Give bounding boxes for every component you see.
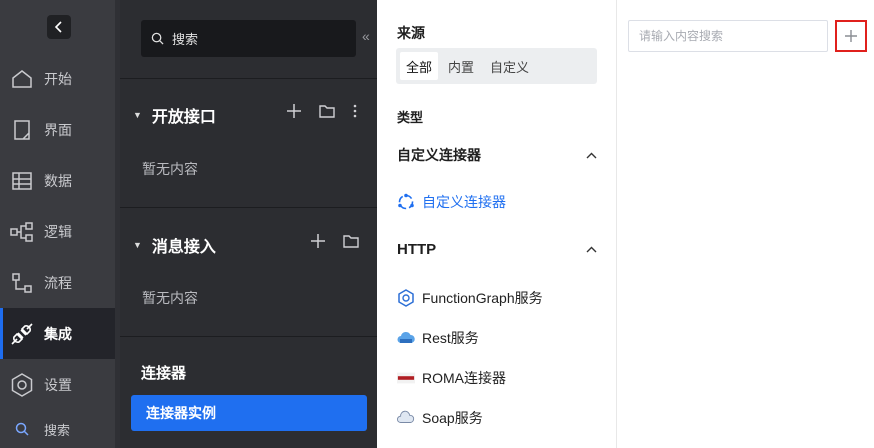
empty-text: 暂无内容 — [142, 290, 198, 306]
nav-item-logic[interactable]: 逻辑 — [0, 206, 115, 257]
section-message-toggle[interactable]: ▼ 消息接入 — [133, 233, 216, 257]
section-actions — [287, 104, 357, 118]
connector-item-custom[interactable]: 自定义连接器 — [397, 192, 506, 212]
source-label: 来源 — [397, 25, 425, 41]
divider — [120, 207, 377, 208]
collapse-button[interactable] — [47, 15, 71, 39]
nav-item-label: 界面 — [44, 121, 72, 138]
flow-icon — [12, 272, 32, 293]
soap-icon — [397, 410, 415, 423]
functiongraph-icon — [398, 289, 414, 307]
source-tab-custom[interactable]: 自定义 — [484, 52, 535, 80]
connector-item-rest[interactable]: Rest服务 — [397, 328, 479, 348]
settings-icon — [11, 372, 33, 397]
connector-item-label: 自定义连接器 — [422, 194, 506, 210]
search-placeholder: 搜索 — [172, 32, 199, 47]
integration-panel: 搜索 « ▼ 开放接口 暂无内容 ▼ 消息接入 暂无内容 连接器 连接器实例 — [120, 0, 377, 448]
nav-item-label: 搜索 — [44, 422, 71, 438]
empty-text: 暂无内容 — [142, 161, 198, 177]
section-title: 消息接入 — [151, 239, 216, 256]
connector-item-label: Soap服务 — [422, 410, 483, 426]
section-actions — [311, 234, 359, 248]
nav-item-label: 流程 — [44, 274, 72, 291]
nav-sidebar: 开始 界面 数据 逻辑 流程 集成 设置 搜索 — [0, 0, 120, 448]
search-icon — [151, 32, 164, 45]
content-search-input[interactable] — [628, 20, 828, 52]
collapse-panel-icon[interactable]: « — [362, 28, 370, 44]
nav-item-start[interactable]: 开始 — [0, 53, 115, 104]
page-icon — [14, 119, 30, 140]
caret-down-icon: ▼ — [133, 110, 142, 120]
connector-catalog: 来源 全部 内置 自定义 类型 自定义连接器 自定义连接器 HTTP Funct… — [377, 0, 617, 448]
chevron-up-icon — [586, 246, 597, 253]
nav-item-flow[interactable]: 流程 — [0, 257, 115, 308]
roma-logo-icon — [397, 372, 415, 384]
connector-instance-label: 连接器实例 — [146, 405, 216, 421]
connector-item-label: Rest服务 — [422, 330, 479, 346]
connector-item-label: FunctionGraph服务 — [422, 290, 543, 306]
caret-down-icon: ▼ — [133, 240, 142, 250]
nav-item-label: 开始 — [44, 70, 72, 87]
logic-icon — [10, 221, 33, 242]
group-http-toggle[interactable]: HTTP — [397, 241, 597, 258]
connector-instance-item[interactable]: 连接器实例 — [131, 395, 367, 431]
connector-item-roma[interactable]: ROMA连接器 — [397, 368, 506, 388]
rest-cloud-icon — [397, 331, 415, 343]
source-tab-builtin[interactable]: 内置 — [442, 52, 480, 80]
plus-icon — [845, 30, 857, 42]
connector-title: 连接器 — [141, 365, 187, 382]
folder-icon[interactable] — [343, 234, 359, 248]
custom-connector-icon — [398, 193, 414, 210]
section-open-api-toggle[interactable]: ▼ 开放接口 — [133, 103, 216, 127]
add-icon[interactable] — [311, 234, 325, 248]
nav-item-label: 设置 — [44, 376, 72, 393]
nav-item-search[interactable]: 搜索 — [0, 410, 115, 448]
nav-item-label: 集成 — [44, 325, 72, 342]
more-icon[interactable] — [353, 104, 357, 118]
group-title: 自定义连接器 — [397, 147, 481, 163]
add-icon[interactable] — [287, 104, 301, 118]
panel-search-input[interactable]: 搜索 — [141, 20, 356, 57]
plug-icon — [11, 322, 33, 345]
type-label: 类型 — [397, 110, 424, 125]
chevron-up-icon — [586, 152, 597, 158]
source-tab-all[interactable]: 全部 — [400, 52, 439, 80]
section-title: 开放接口 — [151, 109, 216, 126]
nav-item-settings[interactable]: 设置 — [0, 359, 115, 410]
connector-item-label: ROMA连接器 — [422, 370, 506, 386]
nav-item-integration[interactable]: 集成 — [0, 308, 115, 359]
nav-item-data[interactable]: 数据 — [0, 155, 115, 206]
nav-item-label: 逻辑 — [44, 223, 72, 240]
search-icon — [15, 422, 29, 436]
group-custom-toggle[interactable]: 自定义连接器 — [397, 145, 597, 165]
chevron-left-icon — [54, 21, 62, 33]
nav-item-label: 数据 — [44, 172, 72, 189]
nav-item-ui[interactable]: 界面 — [0, 104, 115, 155]
connector-item-functiongraph[interactable]: FunctionGraph服务 — [397, 288, 543, 308]
group-title: HTTP — [397, 241, 437, 258]
connector-item-soap[interactable]: Soap服务 — [397, 408, 483, 428]
add-button[interactable] — [835, 20, 867, 52]
divider — [120, 336, 377, 337]
divider — [120, 78, 377, 79]
folder-icon[interactable] — [319, 104, 335, 118]
home-icon — [12, 69, 32, 88]
table-icon — [12, 171, 32, 190]
source-segmented-control: 全部 内置 自定义 — [396, 48, 597, 84]
